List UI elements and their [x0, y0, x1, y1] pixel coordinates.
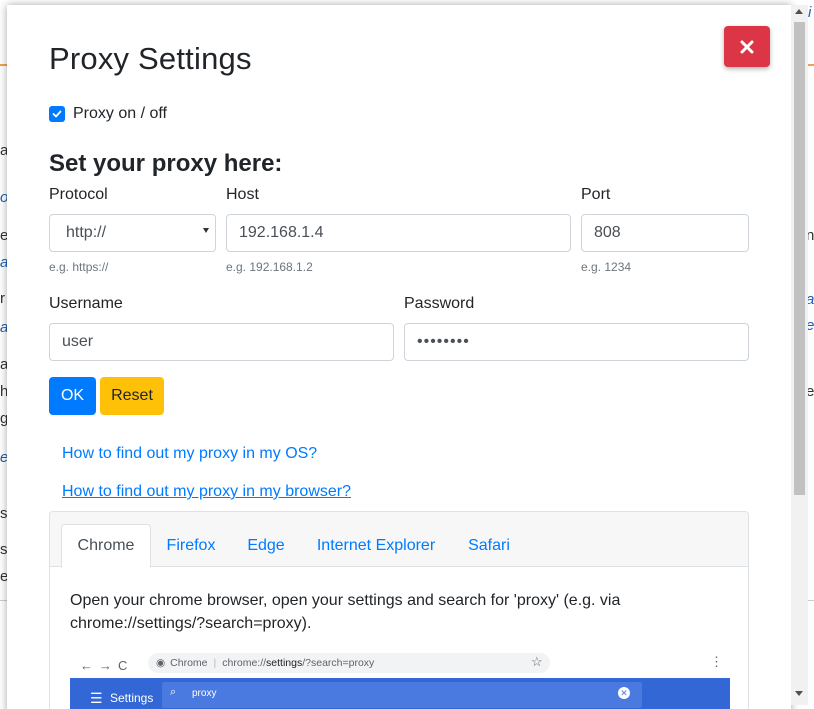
password-input[interactable]: •••••••• — [404, 323, 749, 361]
reset-button[interactable]: Reset — [100, 377, 164, 415]
tab-internet-explorer[interactable]: Internet Explorer — [308, 524, 444, 567]
chrome-settings-screenshot: ←→C ◉ Chrome | chrome://settings/?search… — [70, 650, 730, 709]
proxy-toggle-label: Proxy on / off — [73, 105, 167, 122]
close-button[interactable] — [724, 26, 770, 67]
clear-icon: ✕ — [618, 687, 630, 699]
username-value: user — [62, 333, 94, 350]
browser-tabs: Chrome Firefox Edge Internet Explorer Sa… — [50, 512, 748, 568]
os-proxy-help-link[interactable]: How to find out my proxy in my OS? — [62, 445, 317, 463]
kebab-menu-icon: ⋮ — [710, 654, 723, 669]
checkmark-icon — [52, 110, 62, 118]
info-icon: ◉ — [156, 657, 166, 669]
browser-nav-icons: ←→C — [80, 658, 134, 673]
port-value: 808 — [594, 224, 621, 241]
close-icon — [740, 40, 754, 53]
search-icon: ⌕ — [170, 686, 177, 698]
background-text: r — [0, 290, 5, 307]
star-icon: ☆ — [531, 654, 543, 669]
proxy-settings-modal: Proxy Settings Proxy on / off Set your p… — [7, 5, 791, 709]
modal-title: Proxy Settings — [49, 41, 252, 76]
port-input[interactable]: 808 — [581, 214, 749, 252]
protocol-hint: e.g. https:// — [49, 260, 109, 274]
port-hint: e.g. 1234 — [581, 260, 632, 274]
settings-toolbar: ☰ Settings ⌕ proxy ✕ — [70, 678, 730, 709]
settings-search: ⌕ proxy ✕ — [162, 682, 642, 708]
settings-title: Settings — [110, 691, 154, 705]
protocol-select[interactable]: http:// — [49, 214, 216, 252]
omnibox-brand: Chrome — [170, 657, 208, 669]
tab-chrome[interactable]: Chrome — [61, 524, 151, 568]
username-input[interactable]: user — [49, 323, 394, 361]
username-label: Username — [49, 295, 123, 312]
tab-firefox[interactable]: Firefox — [156, 524, 226, 567]
password-label: Password — [404, 295, 475, 312]
modal-scrollbar[interactable] — [791, 5, 808, 705]
tab-edge[interactable]: Edge — [236, 524, 296, 567]
hamburger-icon: ☰ — [90, 690, 103, 706]
scroll-up-icon[interactable] — [795, 9, 803, 14]
host-value: 192.168.1.4 — [239, 224, 324, 241]
host-input[interactable]: 192.168.1.4 — [226, 214, 571, 252]
scroll-thumb[interactable] — [794, 22, 805, 495]
password-value: •••••••• — [417, 333, 470, 350]
proxy-toggle[interactable]: Proxy on / off — [49, 105, 167, 123]
protocol-label: Protocol — [49, 186, 108, 203]
tab-safari[interactable]: Safari — [458, 524, 520, 567]
dropdown-arrow-icon — [203, 228, 209, 233]
browser-instructions-card: Chrome Firefox Edge Internet Explorer Sa… — [49, 511, 749, 709]
host-label: Host — [226, 186, 259, 203]
chrome-instructions: Open your chrome browser, open your sett… — [70, 592, 621, 632]
proxy-checkbox[interactable] — [49, 106, 65, 122]
section-title: Set your proxy here: — [49, 150, 283, 177]
protocol-value: http:// — [66, 224, 107, 241]
omnibox-url: chrome://settings/?search=proxy — [222, 657, 375, 669]
scroll-down-icon[interactable] — [795, 691, 803, 696]
host-hint: e.g. 192.168.1.2 — [226, 260, 313, 274]
omnibox: ◉ Chrome | chrome://settings/?search=pro… — [148, 653, 550, 673]
settings-search-query: proxy — [192, 688, 217, 699]
ok-button[interactable]: OK — [49, 377, 96, 415]
port-label: Port — [581, 186, 611, 203]
background-link: i — [808, 4, 812, 21]
browser-proxy-help-link[interactable]: How to find out my proxy in my browser? — [62, 483, 351, 501]
